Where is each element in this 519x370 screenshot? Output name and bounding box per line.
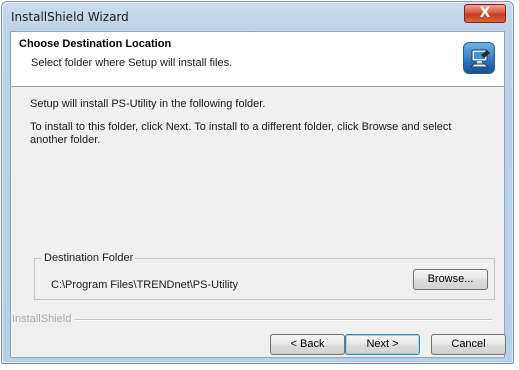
page-subtitle: Select folder where Setup will install f… <box>31 57 233 69</box>
destination-folder-group: Destination Folder C:\Program Files\TREN… <box>34 252 495 300</box>
installshield-brand: InstallShield <box>12 313 76 325</box>
window-title: InstallShield Wizard <box>11 10 129 24</box>
next-button[interactable]: Next > <box>345 334 420 355</box>
installer-computer-icon <box>463 42 495 74</box>
destination-folder-label: Destination Folder <box>42 252 136 264</box>
browse-button[interactable]: Browse... <box>413 269 488 290</box>
dialog-client-area: Choose Destination Location Select folde… <box>10 31 506 358</box>
installer-window: InstallShield Wizard X Choose Destinatio… <box>1 1 514 364</box>
cancel-button[interactable]: Cancel <box>431 334 506 355</box>
back-button[interactable]: < Back <box>270 334 345 355</box>
destination-path: C:\Program Files\TRENDnet\PS-Utility <box>51 279 239 291</box>
page-title: Choose Destination Location <box>19 38 172 50</box>
close-button[interactable]: X <box>464 4 506 23</box>
wizard-header: Choose Destination Location Select folde… <box>11 32 504 87</box>
install-location-text: Setup will install PS-Utility in the fol… <box>30 98 266 110</box>
title-bar[interactable]: InstallShield Wizard X <box>2 2 513 32</box>
footer-divider <box>67 319 492 321</box>
instructions-text: To install to this folder, click Next. T… <box>30 121 452 146</box>
